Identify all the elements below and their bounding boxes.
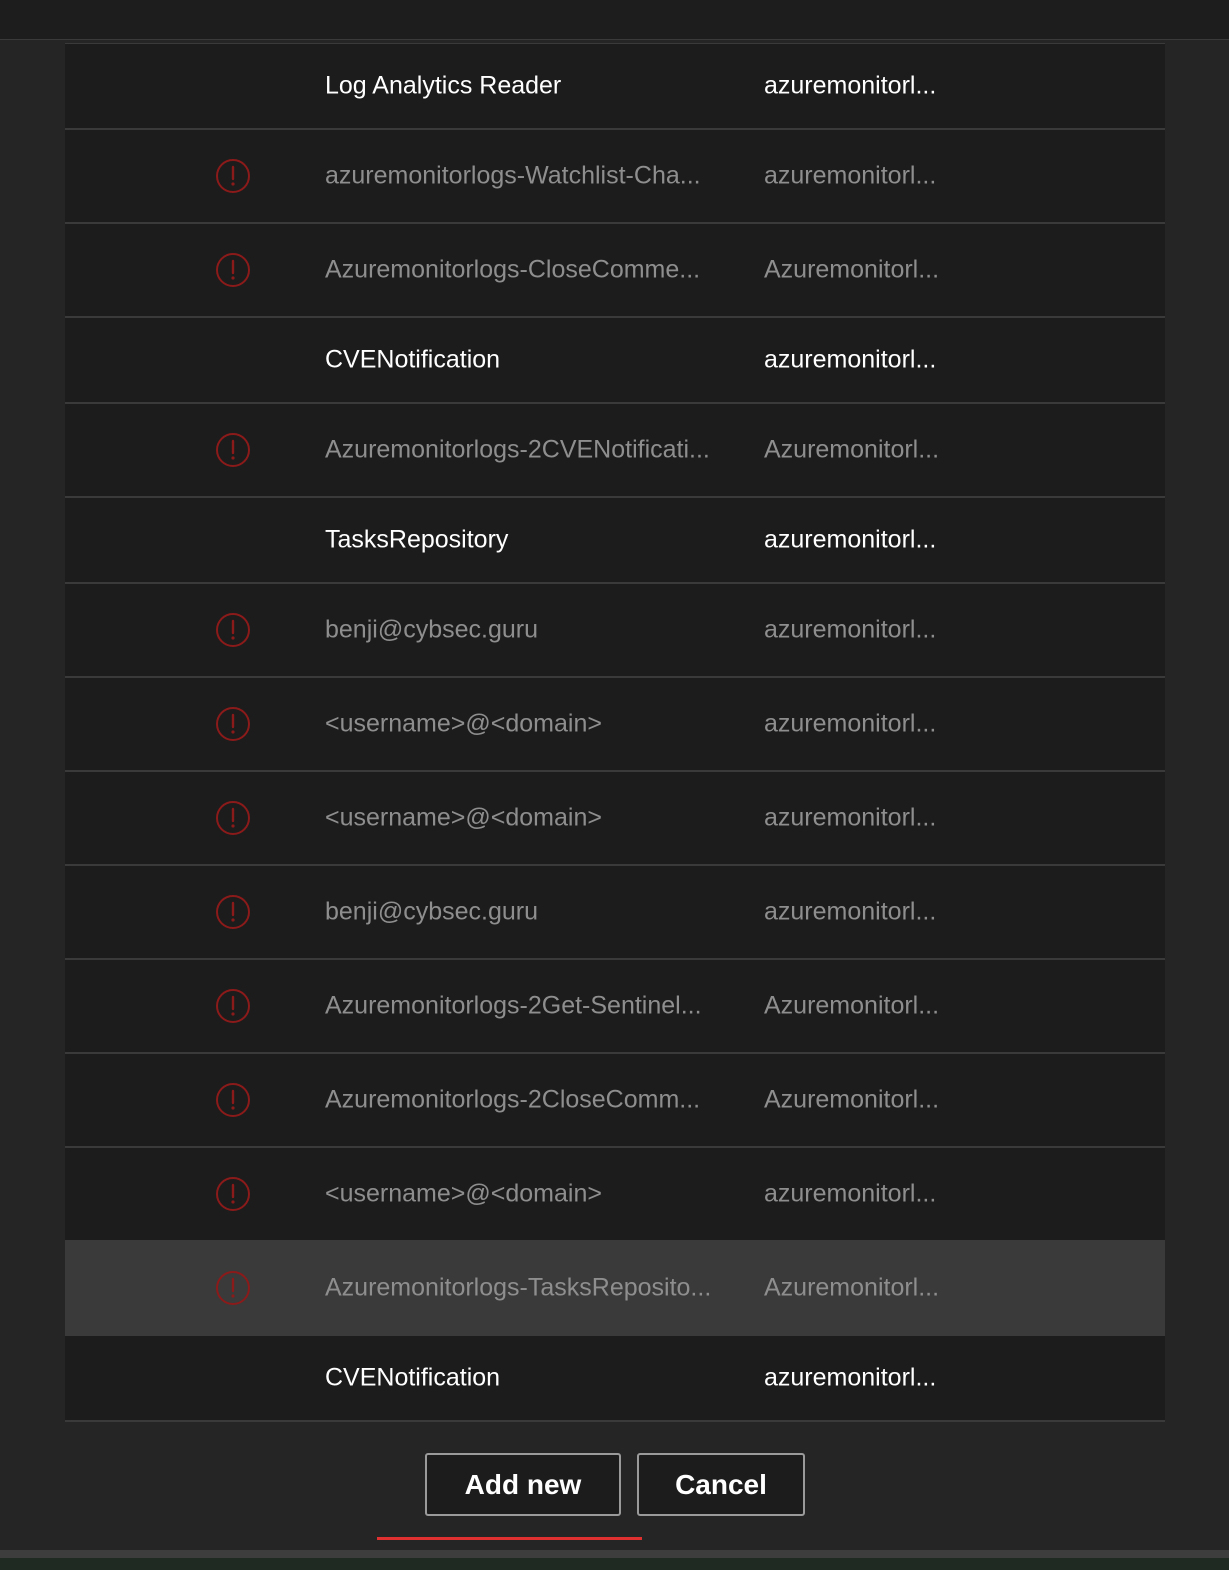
connection-row[interactable]: benji@cybsec.guru azuremonitorl... <box>65 866 1165 960</box>
connection-row[interactable]: Azuremonitorlogs-2Get-Sentinel... Azuremo… <box>65 960 1165 1054</box>
connection-row[interactable]: Azuremonitorlogs-CloseComme... Azuremonit… <box>65 224 1165 318</box>
cancel-button[interactable]: Cancel <box>637 1453 805 1516</box>
connection-resource-group: Azuremonitorl... <box>764 991 940 1020</box>
warning-circle-icon <box>215 800 251 836</box>
connection-name: <username>@<domain> <box>325 709 602 738</box>
warning-circle-icon <box>215 252 251 288</box>
connection-name: TasksRepository <box>325 525 509 554</box>
connection-name: benji@cybsec.guru <box>325 615 538 644</box>
connection-resource-group: azuremonitorl... <box>764 897 937 926</box>
connection-row[interactable]: benji@cybsec.guru azuremonitorl... <box>65 584 1165 678</box>
bottom-bar <box>0 1550 1229 1570</box>
connection-resource-group: Azuremonitorl... <box>764 435 940 464</box>
connection-name: <username>@<domain> <box>325 1179 602 1208</box>
connection-row[interactable]: CVENotification azuremonitorl... <box>65 1336 1165 1422</box>
connection-row[interactable]: Azuremonitorlogs-2CVENotificati... Azurem… <box>65 404 1165 498</box>
connection-row[interactable]: Azuremonitorlogs-TasksReposito... Azuremo… <box>65 1242 1165 1336</box>
connection-name: Azuremonitorlogs-TasksReposito... <box>325 1273 712 1302</box>
connection-name: <username>@<domain> <box>325 803 602 832</box>
connection-name: Log Analytics Reader <box>325 71 562 100</box>
connection-resource-group: Azuremonitorl... <box>764 1273 940 1302</box>
connection-resource-group: Azuremonitorl... <box>764 1085 940 1114</box>
connections-list: Log Analytics Reader azuremonitorl... azur… <box>65 43 1165 1422</box>
warning-circle-icon <box>215 706 251 742</box>
connection-resource-group: azuremonitorl... <box>764 345 937 374</box>
connection-resource-group: azuremonitorl... <box>764 1179 937 1208</box>
warning-circle-icon <box>215 432 251 468</box>
connection-resource-group: azuremonitorl... <box>764 161 937 190</box>
connection-row[interactable]: TasksRepository azuremonitorl... <box>65 498 1165 584</box>
connection-resource-group: azuremonitorl... <box>764 803 937 832</box>
connection-row[interactable]: azuremonitorlogs-Watchlist-Cha... azuremo… <box>65 130 1165 224</box>
add-new-button[interactable]: Add new <box>425 1453 621 1516</box>
connection-resource-group: azuremonitorl... <box>764 525 937 554</box>
connection-row[interactable]: <username>@<domain> azuremonitorl... <box>65 678 1165 772</box>
connection-resource-group: azuremonitorl... <box>764 615 937 644</box>
focus-underline <box>377 1537 642 1540</box>
connection-row[interactable]: Log Analytics Reader azuremonitorl... <box>65 44 1165 130</box>
connection-name: benji@cybsec.guru <box>325 897 538 926</box>
warning-circle-icon <box>215 158 251 194</box>
connection-name: CVENotification <box>325 345 501 374</box>
connection-name: CVENotification <box>325 1363 501 1392</box>
connection-name: Azuremonitorlogs-2CloseComm... <box>325 1085 701 1114</box>
connection-name: Azuremonitorlogs-2Get-Sentinel... <box>325 991 702 1020</box>
warning-circle-icon <box>215 894 251 930</box>
warning-circle-icon <box>215 1082 251 1118</box>
warning-circle-icon <box>215 612 251 648</box>
connection-name: Azuremonitorlogs-CloseComme... <box>325 255 701 284</box>
connection-resource-group: azuremonitorl... <box>764 1363 937 1392</box>
warning-circle-icon <box>215 1270 251 1306</box>
connection-row[interactable]: CVENotification azuremonitorl... <box>65 318 1165 404</box>
connection-name: azuremonitorlogs-Watchlist-Cha... <box>325 161 701 190</box>
warning-circle-icon <box>215 988 251 1024</box>
connection-row[interactable]: Azuremonitorlogs-2CloseComm... Azuremonit… <box>65 1054 1165 1148</box>
connection-resource-group: azuremonitorl... <box>764 709 937 738</box>
connection-resource-group: azuremonitorl... <box>764 71 937 100</box>
warning-circle-icon <box>215 1176 251 1212</box>
connection-row[interactable]: <username>@<domain> azuremonitorl... <box>65 772 1165 866</box>
top-bar <box>0 0 1229 40</box>
connection-name: Azuremonitorlogs-2CVENotificati... <box>325 435 710 464</box>
connection-row[interactable]: <username>@<domain> azuremonitorl... <box>65 1148 1165 1242</box>
connection-resource-group: Azuremonitorl... <box>764 255 940 284</box>
